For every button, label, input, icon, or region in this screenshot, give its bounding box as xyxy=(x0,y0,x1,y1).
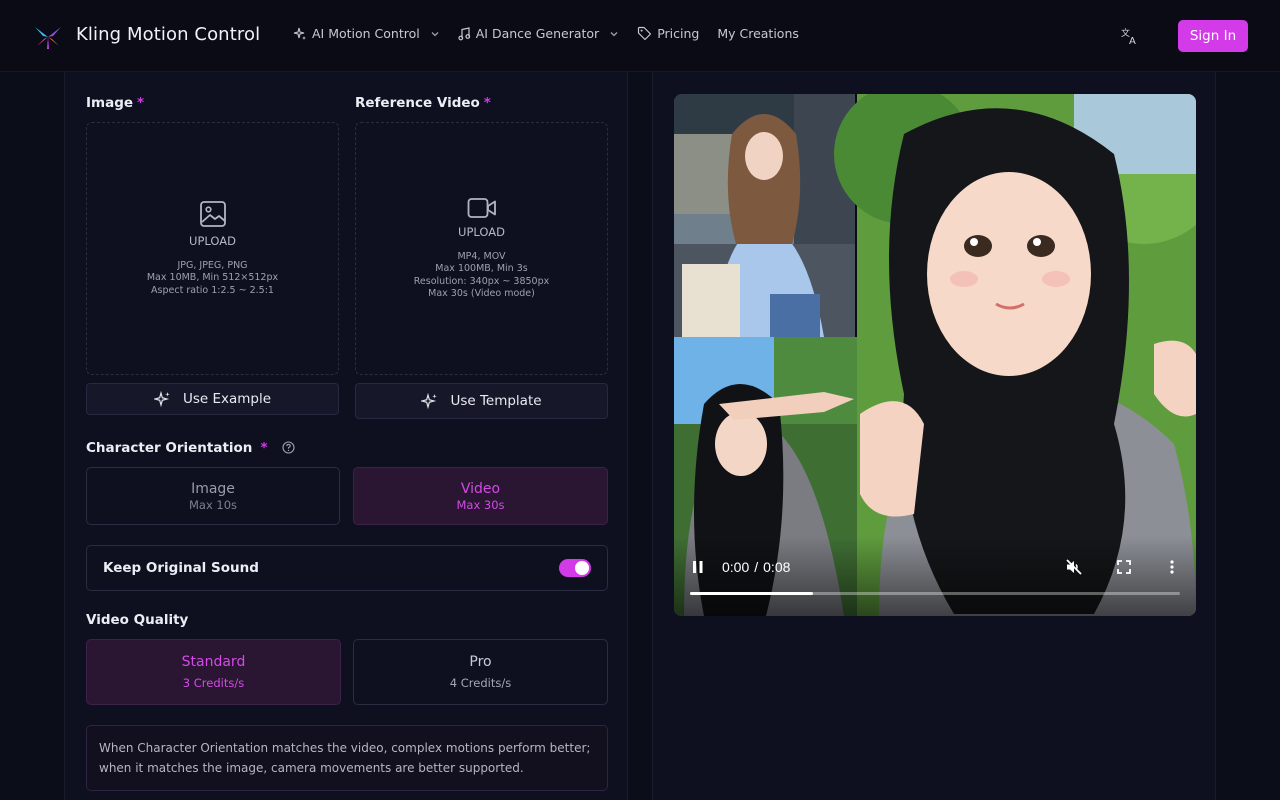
option-subtitle: Max 30s xyxy=(456,497,505,512)
playback-time: 0:00/0:08 xyxy=(722,559,790,575)
button-label: Use Template xyxy=(450,393,542,409)
upload-resolution-hint: Resolution: 340px ~ 3850px xyxy=(413,275,550,287)
chevron-down-icon xyxy=(610,31,618,36)
nav-pricing[interactable]: Pricing xyxy=(637,26,699,41)
duration: 0:08 xyxy=(763,559,791,575)
nav-label: My Creations xyxy=(717,26,799,41)
upload-format-hint: JPG, JPEG, PNG xyxy=(177,259,248,271)
sparkle-icon xyxy=(153,390,170,407)
video-camera-icon xyxy=(467,197,496,218)
muted-speaker-icon[interactable] xyxy=(1065,558,1083,576)
main-nav: AI Motion Control AI Dance Generator Pri… xyxy=(293,26,817,41)
sign-in-button[interactable]: Sign In xyxy=(1178,20,1248,52)
generation-form-panel: Image * Reference Video * UPLOAD JPG, JPEG… xyxy=(64,72,628,800)
orientation-info-note: When Character Orientation matches the v… xyxy=(86,725,608,791)
option-title: Pro xyxy=(469,654,492,670)
more-options-icon[interactable] xyxy=(1169,559,1175,575)
upload-duration-hint: Max 30s (Video mode) xyxy=(428,288,535,299)
tag-icon xyxy=(638,26,652,41)
fullscreen-icon[interactable] xyxy=(1117,560,1131,574)
use-example-button[interactable]: Use Example xyxy=(86,383,339,415)
nav-ai-motion-control[interactable]: AI Motion Control xyxy=(293,26,440,41)
nav-label: AI Motion Control xyxy=(312,26,420,41)
option-subtitle: Max 10s xyxy=(188,497,238,512)
option-subtitle: 3 Credits/s xyxy=(182,676,245,690)
nav-my-creations[interactable]: My Creations xyxy=(717,26,799,41)
character-orientation-label: Character Orientation * xyxy=(86,440,295,456)
image-icon xyxy=(199,200,226,227)
option-title: Image xyxy=(191,480,235,497)
upload-size-hint: Max 10MB, Min 512×512px xyxy=(146,272,279,284)
current-time: 0:00 xyxy=(722,559,750,575)
nav-label: AI Dance Generator xyxy=(475,26,600,41)
reference-video-label: Reference Video * xyxy=(355,95,491,111)
upload-size-hint: Max 100MB, Min 3s xyxy=(435,263,528,274)
progress-fill xyxy=(690,592,813,595)
image-upload-dropzone[interactable]: UPLOAD JPG, JPEG, PNG Max 10MB, Min 512×… xyxy=(86,122,339,375)
video-upload-dropzone[interactable]: UPLOAD MP4, MOV Max 100MB, Min 3s Resolu… xyxy=(355,122,608,375)
use-template-button[interactable]: Use Template xyxy=(355,383,608,419)
keep-original-sound-label: Keep Original Sound xyxy=(103,560,259,576)
svg-text:A: A xyxy=(1129,36,1136,46)
option-subtitle: 4 Credits/s xyxy=(449,676,512,690)
orientation-option-image[interactable]: Image Max 10s xyxy=(86,467,340,525)
upload-format-hint: MP4, MOV xyxy=(457,250,506,262)
option-title: Video xyxy=(460,480,501,497)
upload-label: UPLOAD xyxy=(458,224,505,239)
help-circle-icon[interactable] xyxy=(282,441,295,454)
upload-label: UPLOAD xyxy=(189,233,236,248)
preview-panel: 0:00/0:08 xyxy=(652,72,1216,800)
option-title: Standard xyxy=(181,654,246,670)
brand-name[interactable]: Kling Motion Control xyxy=(76,24,260,45)
time-separator: / xyxy=(754,559,759,575)
image-label: Image * xyxy=(86,95,145,111)
sparkle-icon xyxy=(421,392,438,409)
keep-original-sound-row: Keep Original Sound xyxy=(86,545,608,591)
preview-video-player[interactable]: 0:00/0:08 xyxy=(674,94,1196,616)
nav-label: Pricing xyxy=(657,26,700,41)
keep-original-sound-toggle[interactable] xyxy=(559,559,591,577)
player-controls-overlay xyxy=(674,536,1196,616)
sparkle-icon xyxy=(293,27,306,40)
upload-ratio-hint: Aspect ratio 1:2.5 ~ 2.5:1 xyxy=(151,284,274,296)
translate-icon[interactable]: 文 A xyxy=(1120,26,1140,46)
music-note-icon xyxy=(458,26,470,40)
chevron-down-icon xyxy=(431,31,439,36)
top-nav-bar: Kling Motion Control AI Motion Control A… xyxy=(0,0,1280,72)
pinwheel-logo[interactable] xyxy=(32,24,64,50)
quality-option-standard[interactable]: Standard 3 Credits/s xyxy=(86,639,341,705)
video-quality-label: Video Quality xyxy=(86,612,189,628)
button-label: Use Example xyxy=(182,391,272,407)
quality-option-pro[interactable]: Pro 4 Credits/s xyxy=(353,639,608,705)
pause-icon[interactable] xyxy=(691,560,705,574)
playback-progress-bar[interactable] xyxy=(690,592,1180,595)
nav-ai-dance-generator[interactable]: AI Dance Generator xyxy=(458,26,619,41)
orientation-option-video[interactable]: Video Max 30s xyxy=(353,467,608,525)
